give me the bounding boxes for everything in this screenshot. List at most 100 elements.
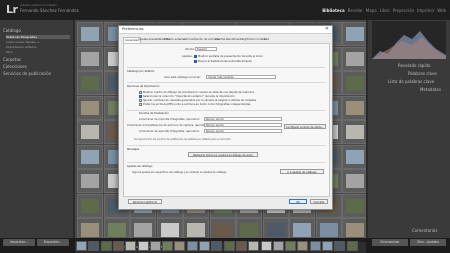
catalog-item-quick-collection[interactable]: Colecciones rápidas +	[6, 40, 70, 44]
prompts-section-title: Mensajes	[127, 148, 140, 151]
sound-note: Se reproducirán los sonidos de notificac…	[134, 138, 232, 141]
module-revelar[interactable]: Revelar	[348, 8, 363, 13]
tether-sound-select[interactable]: Ningún sonido	[204, 123, 282, 127]
restart-lightroom-button[interactable]: Reiniciar Lightroom	[128, 199, 162, 204]
catalog-owner-name: Fernando Sánchez Fernández	[20, 8, 79, 13]
tab-network[interactable]: Red	[263, 37, 270, 42]
filmstrip-thumbnail[interactable]	[309, 241, 321, 251]
auto-update-checkbox[interactable]	[194, 60, 197, 63]
catalog-item-previous-import[interactable]: Importación anterior	[6, 45, 70, 49]
filmstrip-thumbnail[interactable]	[260, 241, 272, 251]
filmstrip-thumbnail[interactable]	[297, 241, 309, 251]
module-imprimir[interactable]: Imprimir	[417, 8, 434, 13]
filmstrip-thumbnail[interactable]	[162, 241, 174, 251]
filmstrip-thumbnail[interactable]	[186, 241, 198, 251]
filmstrip-thumbnail[interactable]	[76, 241, 87, 251]
thumbnail-cell[interactable]	[77, 95, 103, 120]
filmstrip-thumbnail[interactable]	[137, 241, 149, 251]
cancel-button[interactable]: Cancelar	[310, 199, 328, 204]
filmstrip-thumbnail[interactable]	[223, 241, 235, 251]
folders-panel-header[interactable]: Carpetas	[3, 57, 21, 62]
thumbnail-cell[interactable]	[77, 46, 103, 71]
filmstrip-thumbnail[interactable]	[272, 241, 284, 251]
export-button[interactable]: Exportar...	[37, 239, 69, 246]
thumbnail-cell[interactable]	[77, 169, 103, 193]
photo-thumbnail	[134, 223, 152, 237]
thumbnail-cell[interactable]	[342, 193, 366, 218]
export-sound-label: Al terminar de exportar fotografías, rep…	[139, 130, 201, 133]
divider	[127, 145, 325, 146]
filmstrip-thumbnail[interactable]	[125, 241, 137, 251]
default-catalog-label: Usar este catálogo al iniciar:	[164, 76, 201, 79]
select-previous-import-checkbox[interactable]	[139, 95, 142, 98]
thumbnail-cell[interactable]	[342, 95, 366, 120]
filmstrip-thumbnail[interactable]	[174, 241, 186, 251]
thumbnail-cell[interactable]	[342, 144, 366, 169]
photo-thumbnail	[319, 223, 338, 237]
thumbnail-cell[interactable]	[342, 169, 366, 193]
catalog-item-other[interactable]: Otro	[6, 50, 70, 54]
import-dialog-on-card-checkbox[interactable]	[139, 91, 142, 94]
quick-develop-panel-header[interactable]: Revelado rápido	[398, 63, 430, 68]
divider	[127, 162, 325, 163]
sync-settings-button[interactable]: Sinc. ajustes	[410, 239, 446, 246]
photo-thumbnail	[346, 198, 364, 213]
thumbnail-cell[interactable]	[342, 71, 366, 95]
publish-services-panel-header[interactable]: Servicios de publicación	[3, 71, 51, 76]
filmstrip-thumbnail[interactable]	[100, 241, 112, 251]
photo-thumbnail	[81, 149, 99, 164]
separate-jpeg-label: Tratar los archivos JPEG junto a archivo…	[143, 103, 251, 106]
filmstrip-thumbnail[interactable]	[235, 241, 247, 251]
configure-alert-sounds-button[interactable]: Configurar sonidos de alerta...	[284, 124, 326, 129]
splash-screen-checkbox[interactable]	[194, 55, 197, 58]
thumbnail-cell[interactable]	[77, 120, 103, 144]
export-sound-select[interactable]: Ningún sonido	[204, 129, 282, 133]
language-select[interactable]: Español	[195, 47, 217, 51]
filmstrip-thumbnail[interactable]	[211, 241, 223, 251]
module-mapa[interactable]: Mapa	[366, 8, 377, 13]
default-catalog-select[interactable]: Cargar más reciente	[206, 75, 276, 79]
filmstrip-thumbnail[interactable]	[334, 241, 346, 251]
module-libro[interactable]: Libro	[380, 8, 390, 13]
photo-thumbnail	[81, 223, 99, 237]
thumbnail-cell[interactable]	[77, 22, 103, 46]
ignore-camera-folder-names-checkbox[interactable]	[139, 99, 142, 102]
thumbnail-cell[interactable]	[77, 71, 103, 95]
thumbnail-cell[interactable]	[77, 144, 103, 169]
thumbnail-cell[interactable]	[77, 193, 103, 218]
filmstrip-thumbnail[interactable]	[88, 241, 100, 251]
filmstrip-thumbnail[interactable]	[199, 241, 210, 251]
reset-warnings-button[interactable]: Restaurar todos los cuadros de diálogo d…	[188, 152, 258, 157]
filmstrip-thumbnail[interactable]	[322, 241, 333, 251]
collections-panel-header[interactable]: Colecciones	[3, 64, 27, 69]
sync-button[interactable]: Sincronizar	[372, 239, 408, 246]
settings-label: Ajustes:	[182, 55, 193, 58]
keywording-panel-header[interactable]: Palabras clave	[408, 71, 437, 76]
keyword-list-panel-header[interactable]: Lista de palabras clave	[388, 79, 434, 84]
comments-panel-header[interactable]: Comentarios	[412, 228, 437, 233]
go-to-catalog-settings-button[interactable]: Ir a ajustes de catálogo	[280, 169, 324, 174]
thumbnail-cell[interactable]	[342, 22, 366, 46]
dialog-titlebar	[119, 26, 332, 34]
module-proyección[interactable]: Proyección	[393, 8, 415, 13]
photo-thumbnail	[160, 223, 179, 237]
metadata-panel-header[interactable]: Metadatos	[420, 87, 441, 92]
close-icon[interactable]: ✕	[325, 26, 329, 32]
module-biblioteca[interactable]: Biblioteca	[322, 8, 344, 13]
ok-button[interactable]: OK	[289, 199, 307, 204]
import-button[interactable]: Importar...	[3, 239, 35, 246]
catalog-panel-header[interactable]: Catálogo	[3, 28, 21, 33]
thumbnail-cell[interactable]	[342, 120, 366, 144]
module-web[interactable]: Web	[437, 8, 446, 13]
separate-jpeg-checkbox[interactable]	[139, 103, 142, 106]
catalog-item-all-photos[interactable]: Todas las fotografías	[6, 35, 70, 39]
completion-sounds-section-title: Sonidos de finalización	[139, 112, 169, 115]
filmstrip-thumbnail[interactable]	[248, 241, 260, 251]
filmstrip-thumbnail[interactable]	[149, 241, 161, 251]
filmstrip-thumbnail[interactable]	[346, 241, 358, 251]
filmstrip-thumbnail[interactable]	[112, 241, 124, 251]
filmstrip-thumbnail[interactable]	[285, 241, 297, 251]
import-sound-select[interactable]: Ningún sonido	[204, 117, 282, 121]
photo-thumbnail	[81, 76, 99, 90]
thumbnail-cell[interactable]	[342, 46, 366, 71]
